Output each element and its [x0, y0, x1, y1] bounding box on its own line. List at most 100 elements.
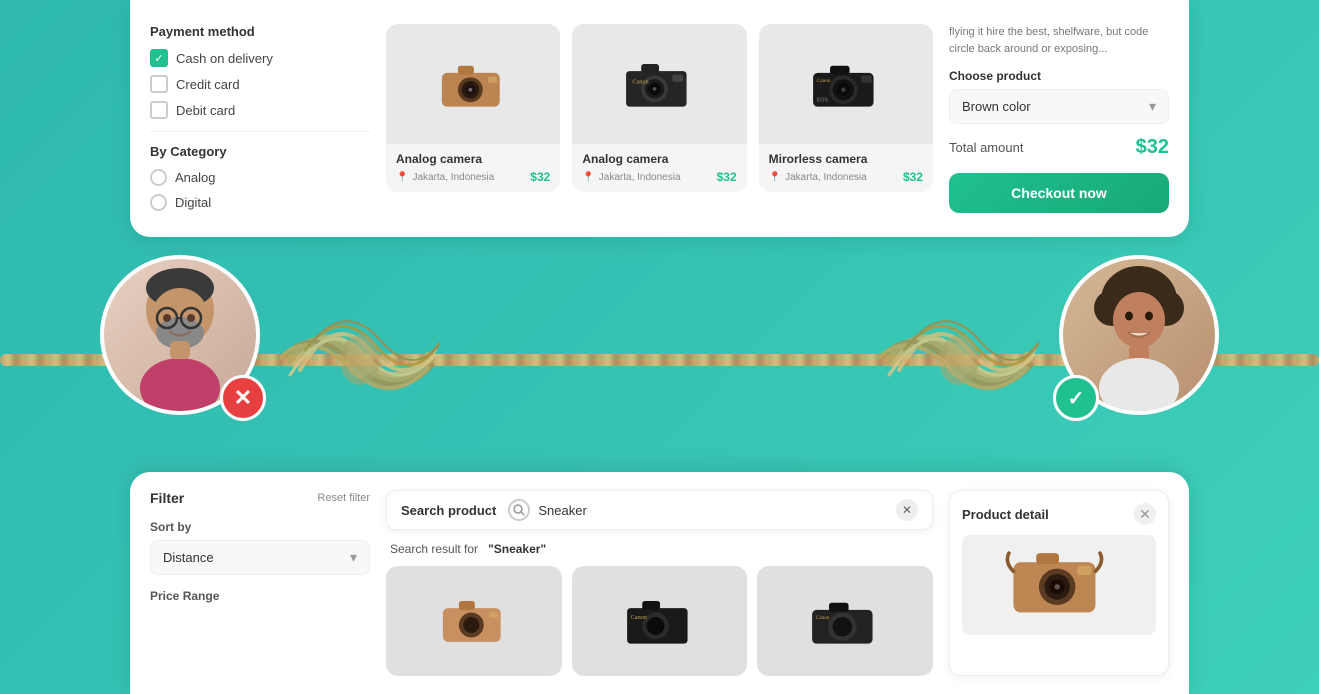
reset-filter-button[interactable]: Reset filter	[317, 492, 370, 504]
payment-option-2[interactable]: Debit card	[150, 101, 370, 119]
search-panel: Search product Sneaker ✕ Search result f…	[386, 490, 933, 676]
choose-product-label: Choose product	[949, 69, 1169, 83]
product-price-0: $32	[530, 170, 550, 184]
product-image-2: Canon EOS	[759, 24, 933, 144]
category-section-title: By Category	[150, 144, 370, 159]
search-result-text: Search result for "Sneaker"	[386, 542, 933, 556]
svg-text:Canon: Canon	[633, 79, 650, 86]
product-name-0: Analog camera	[396, 152, 550, 166]
search-value: Sneaker	[538, 503, 896, 518]
rope-knot-left	[280, 290, 440, 430]
product-card-0[interactable]: Analog camera 📍 Jakarta, Indonesia $32	[386, 24, 560, 192]
location-text-1: Jakarta, Indonesia	[599, 172, 681, 183]
color-dropdown[interactable]: Brown color ▾	[949, 89, 1169, 124]
result-query: "Sneaker"	[488, 542, 546, 556]
bottom-camera-icon-0	[434, 592, 514, 650]
category-label-1: Digital	[175, 195, 211, 210]
bottom-camera-icon-2: Canon	[805, 592, 885, 650]
payment-label-1: Credit card	[176, 77, 240, 92]
payment-checkbox-0[interactable]	[150, 49, 168, 67]
close-detail-button[interactable]: ✕	[1134, 503, 1156, 525]
sort-dropdown[interactable]: Distance ▾	[150, 540, 370, 575]
camera-icon-1: Canon	[619, 54, 699, 114]
sort-value: Distance	[163, 550, 214, 565]
bottom-card: Filter Reset filter Sort by Distance ▾ P…	[130, 472, 1189, 694]
product-name-2: Mirorless camera	[769, 152, 923, 166]
category-radio-0[interactable]	[150, 169, 167, 186]
payment-option-1[interactable]: Credit card	[150, 75, 370, 93]
search-bar[interactable]: Search product Sneaker ✕	[386, 490, 933, 530]
reject-badge: ✕	[220, 375, 266, 421]
svg-text:Canon: Canon	[816, 615, 830, 621]
clear-search-button[interactable]: ✕	[896, 499, 918, 521]
divider	[150, 131, 370, 132]
product-price-2: $32	[903, 170, 923, 184]
bottom-product-image-1: Canon	[572, 566, 748, 676]
payment-section-title: Payment method	[150, 24, 370, 39]
category-option-0[interactable]: Analog	[150, 169, 370, 186]
payment-label-0: Cash on delivery	[176, 51, 273, 66]
accept-badge: ✓	[1053, 375, 1099, 421]
product-card-2[interactable]: Canon EOS Mirorless camera 📍 Jakarta, In…	[759, 24, 933, 192]
bottom-camera-icon-1: Canon	[620, 592, 700, 650]
bottom-product-card-0[interactable]	[386, 566, 562, 676]
product-name-1: Analog camera	[582, 152, 736, 166]
location-pin-0: 📍	[396, 172, 408, 183]
category-label-0: Analog	[175, 170, 215, 185]
product-description: flying it hire the best, shelfware, but …	[949, 24, 1169, 57]
svg-text:EOS: EOS	[816, 97, 828, 103]
location-pin-2: 📍	[769, 172, 781, 183]
search-icon	[508, 499, 530, 521]
filter-title: Filter	[150, 490, 184, 506]
product-detail-title: Product detail	[962, 507, 1049, 522]
svg-text:Canon: Canon	[630, 614, 647, 621]
payment-label-2: Debit card	[176, 103, 235, 118]
payment-checkbox-2[interactable]	[150, 101, 168, 119]
bottom-product-grid: Canon Canon	[386, 566, 933, 676]
product-location-0: 📍 Jakarta, Indonesia	[396, 172, 494, 183]
payment-checkbox-1[interactable]	[150, 75, 168, 93]
product-location-1: 📍 Jakarta, Indonesia	[582, 172, 680, 183]
product-price-1: $32	[717, 170, 737, 184]
product-location-row-0: 📍 Jakarta, Indonesia $32	[396, 170, 550, 184]
product-location-row-2: 📍 Jakarta, Indonesia $32	[769, 170, 923, 184]
product-info-2: Mirorless camera 📍 Jakarta, Indonesia $3…	[759, 144, 933, 192]
product-detail-image	[962, 535, 1156, 635]
svg-text:Canon: Canon	[816, 78, 830, 84]
category-option-1[interactable]: Digital	[150, 194, 370, 211]
payment-option-0[interactable]: Cash on delivery	[150, 49, 370, 67]
camera-icon-0	[433, 54, 513, 114]
total-amount: $32	[1136, 136, 1169, 159]
search-label: Search product	[401, 503, 496, 518]
location-text-0: Jakarta, Indonesia	[412, 172, 494, 183]
bottom-left-panel: Filter Reset filter Sort by Distance ▾ P…	[150, 490, 370, 676]
top-card-right-panel: flying it hire the best, shelfware, but …	[949, 16, 1169, 221]
search-svg	[513, 504, 525, 516]
result-prefix: Search result for	[390, 542, 478, 556]
price-range-title: Price Range	[150, 589, 370, 603]
product-detail-header: Product detail ✕	[962, 503, 1156, 525]
top-card: Payment method Cash on delivery Credit c…	[130, 0, 1189, 237]
product-info-0: Analog camera 📍 Jakarta, Indonesia $32	[386, 144, 560, 192]
top-card-left-panel: Payment method Cash on delivery Credit c…	[150, 16, 370, 221]
checkout-button[interactable]: Checkout now	[949, 173, 1169, 213]
chevron-down-icon: ▾	[1149, 98, 1156, 115]
product-info-1: Analog camera 📍 Jakarta, Indonesia $32	[572, 144, 746, 192]
product-location-2: 📍 Jakarta, Indonesia	[769, 172, 867, 183]
bottom-product-image-0	[386, 566, 562, 676]
bottom-product-card-2[interactable]: Canon	[757, 566, 933, 676]
filter-header: Filter Reset filter	[150, 490, 370, 506]
total-row: Total amount $32	[949, 136, 1169, 159]
bottom-product-image-2: Canon	[757, 566, 933, 676]
category-radio-1[interactable]	[150, 194, 167, 211]
dropdown-value: Brown color	[962, 99, 1031, 114]
product-card-1[interactable]: Canon Analog camera 📍 Jakarta, Indonesia…	[572, 24, 746, 192]
bottom-product-card-1[interactable]: Canon	[572, 566, 748, 676]
rope-knot-right	[879, 290, 1039, 430]
location-text-2: Jakarta, Indonesia	[785, 172, 867, 183]
detail-camera-svg	[1004, 544, 1114, 626]
product-image-0	[386, 24, 560, 144]
sort-by-label: Sort by	[150, 520, 370, 534]
camera-icon-2: Canon EOS	[806, 54, 886, 114]
product-location-row-1: 📍 Jakarta, Indonesia $32	[582, 170, 736, 184]
